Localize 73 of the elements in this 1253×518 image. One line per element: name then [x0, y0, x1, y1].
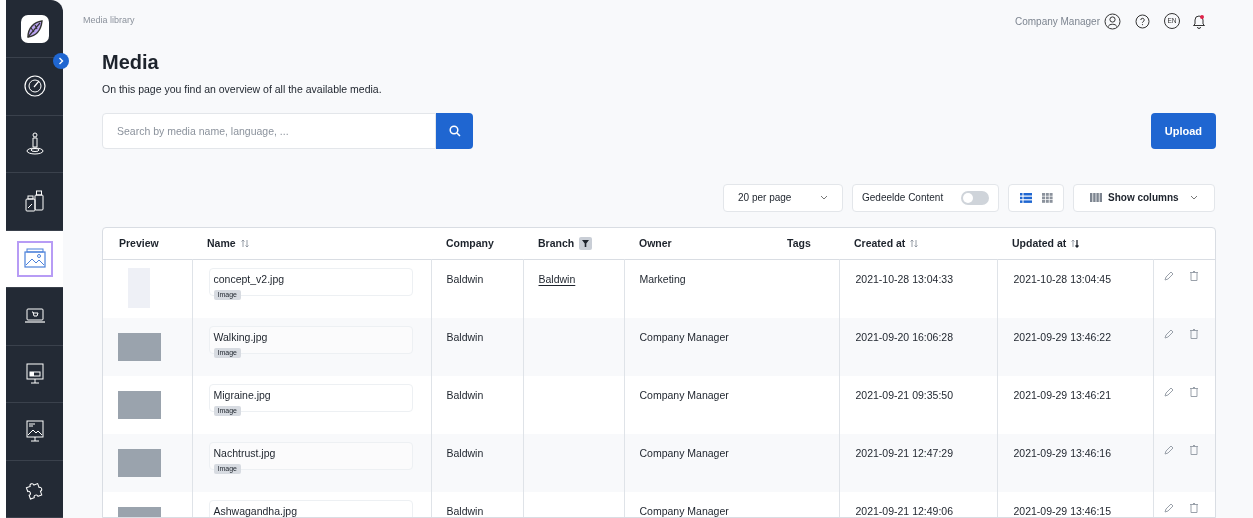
table-cell: Company Manager	[639, 388, 729, 401]
list-view-icon[interactable]	[1019, 192, 1032, 203]
table-cell: 2021-09-21 12:47:29	[855, 446, 953, 459]
per-page-dropdown[interactable]: 20 per page	[723, 183, 843, 212]
grid-view-icon[interactable]	[1041, 192, 1053, 203]
table-cell: 2021-09-29 13:46:16	[1013, 446, 1111, 459]
sidebar-item[interactable]	[6, 230, 63, 288]
expand-button[interactable]	[53, 53, 69, 69]
file-name: Nachtrust.jpg	[213, 445, 277, 460]
search-field[interactable]: Search by media name, language, ...	[102, 112, 436, 149]
search-icon	[448, 124, 461, 137]
gauge-icon	[22, 74, 47, 99]
table-cell: Baldwin	[446, 388, 484, 401]
user-name: Company Manager	[1014, 14, 1100, 29]
page-description: On this page you find an overview of all the available media.	[102, 82, 383, 97]
chevron-down-icon	[1190, 195, 1198, 201]
table-cell: 2021-09-21 12:49:06	[855, 504, 953, 517]
file-name: Ashwagandha.jpg	[213, 503, 298, 517]
table-cell: 2021-09-29 13:46:22	[1013, 330, 1111, 343]
table-cell: Baldwin	[446, 273, 484, 286]
shared-content-toggle[interactable]	[961, 190, 989, 205]
filter-button[interactable]	[579, 237, 593, 250]
bottles-icon	[22, 189, 47, 214]
chevron-down-icon	[820, 195, 828, 201]
leaf-logo-icon[interactable]	[20, 14, 49, 43]
table-cell: Company Manager	[639, 504, 729, 517]
edit-icon[interactable]	[1163, 502, 1174, 513]
show-columns-dropdown[interactable]: Show columns	[1073, 183, 1215, 212]
file-name: Walking.jpg	[213, 329, 269, 344]
shared-content-label: Gedeelde Content	[862, 191, 944, 206]
photo-placeholder	[118, 332, 161, 361]
image-icon	[22, 246, 47, 271]
filter-icon	[582, 240, 590, 247]
edit-icon[interactable]	[1163, 386, 1174, 397]
table-cell: 2021-09-29 13:46:15	[1013, 504, 1111, 517]
table-cell: Baldwin	[446, 330, 484, 343]
table-cell: Baldwin	[446, 446, 484, 459]
delete-icon[interactable]	[1189, 386, 1198, 397]
user-icon[interactable]	[1104, 12, 1121, 30]
columns-icon	[1090, 193, 1102, 203]
sort-icon[interactable]	[1071, 239, 1080, 248]
photo-placeholder	[118, 448, 161, 477]
delete-icon[interactable]	[1189, 502, 1198, 513]
column-header[interactable]: Preview	[119, 235, 159, 252]
chevron-right-icon	[58, 57, 64, 65]
table-cell: Company Manager	[639, 446, 729, 459]
column-header[interactable]: Company	[446, 235, 494, 252]
table-cell: Company Manager	[639, 330, 729, 343]
help-icon[interactable]	[1135, 13, 1150, 29]
table-cell: Baldwin	[446, 504, 484, 517]
column-header[interactable]: Owner	[639, 235, 672, 252]
bell-icon[interactable]	[1192, 13, 1206, 29]
column-header[interactable]: Name	[207, 235, 236, 252]
delete-icon[interactable]	[1189, 271, 1198, 282]
table-cell: 2021-09-29 13:46:21	[1013, 388, 1111, 401]
file-name-card[interactable]: Ashwagandha.jpg	[208, 499, 413, 517]
edit-icon[interactable]	[1163, 271, 1174, 282]
table-cell: Marketing	[639, 273, 686, 286]
table-cell: 2021-09-20 16:06:28	[855, 330, 953, 343]
search-button[interactable]	[436, 112, 473, 149]
upload-button[interactable]: Upload	[1150, 112, 1216, 149]
file-name: Migraine.jpg	[213, 387, 272, 402]
file-name: concept_v2.jpg	[213, 272, 286, 287]
column-header[interactable]: Branch	[538, 235, 575, 252]
photo-placeholder	[118, 390, 161, 419]
branch-link[interactable]: Baldwin	[538, 273, 576, 286]
table-cell: 2021-10-28 13:04:45	[1013, 273, 1111, 286]
table-cell: 2021-09-21 09:35:50	[855, 388, 953, 401]
table-cell: 2021-10-28 13:04:33	[855, 273, 953, 286]
column-header[interactable]: Tags	[787, 235, 811, 252]
page-title: Media	[102, 50, 160, 74]
column-header[interactable]: Updated at	[1012, 235, 1067, 252]
column-header[interactable]: Created at	[854, 235, 906, 252]
